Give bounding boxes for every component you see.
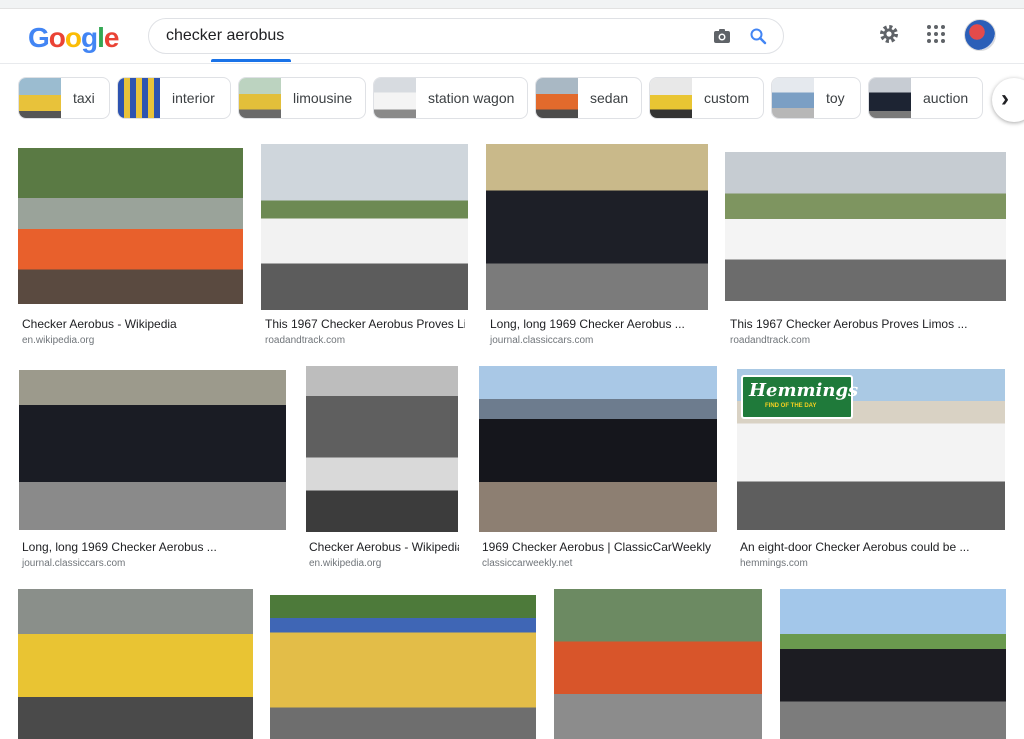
gear-icon[interactable] [878, 23, 900, 45]
result-source: journal.classiccars.com [490, 335, 594, 346]
chip-label: auction [923, 90, 969, 106]
chip-label: limousine [293, 90, 353, 106]
hemmings-sign-title: Hemmings [749, 380, 859, 401]
logo-letter: e [103, 22, 120, 53]
result-title[interactable]: This 1967 Checker Aerobus Proves Li... [265, 317, 465, 331]
related-chips-bar: taxi interior limousine station wagon se… [0, 76, 1024, 122]
result-title[interactable]: Checker Aerobus - Wikipedia [22, 317, 242, 331]
chip-label: custom [704, 90, 750, 106]
result-title[interactable]: An eight-door Checker Aerobus could be .… [740, 540, 1002, 554]
search-input[interactable] [166, 25, 686, 47]
chip-label: toy [826, 90, 845, 106]
chip-thumbnail [772, 78, 814, 118]
apps-grid-icon[interactable] [926, 24, 946, 44]
chip-label: taxi [73, 90, 95, 106]
result-title[interactable]: Checker Aerobus - Wikipedia [309, 540, 459, 554]
chip-interior[interactable]: interior [117, 77, 231, 119]
result-title[interactable]: Long, long 1969 Checker Aerobus ... [490, 317, 705, 331]
camera-icon[interactable] [713, 27, 731, 45]
logo-letter: l [97, 22, 105, 53]
chip-label: station wagon [428, 90, 515, 106]
chip-thumbnail [118, 78, 160, 118]
result-image[interactable] [306, 366, 458, 532]
chevron-right-icon: › [1001, 85, 1009, 112]
google-logo[interactable]: Google [28, 22, 120, 54]
result-source: journal.classiccars.com [22, 558, 126, 569]
result-image[interactable] [18, 148, 243, 304]
chip-taxi[interactable]: taxi [18, 77, 110, 119]
result-source: en.wikipedia.org [309, 558, 382, 569]
chip-limousine[interactable]: limousine [238, 77, 366, 119]
header-divider [0, 63, 1024, 64]
hemmings-sign-subtitle: FIND OF THE DAY [765, 403, 817, 409]
hemmings-sign: Hemmings FIND OF THE DAY [741, 375, 858, 419]
chip-thumbnail [650, 78, 692, 118]
result-image[interactable] [18, 589, 253, 739]
logo-letter: o [48, 22, 66, 53]
chip-thumbnail [239, 78, 281, 118]
result-source: en.wikipedia.org [22, 335, 95, 346]
logo-letter: o [64, 22, 82, 53]
result-image[interactable] [19, 370, 286, 530]
chip-sedan[interactable]: sedan [535, 77, 642, 119]
search-header: Google [0, 9, 1024, 63]
result-image[interactable]: Hemmings FIND OF THE DAY [737, 369, 1005, 530]
chip-label: interior [172, 90, 215, 106]
result-source: hemmings.com [740, 558, 808, 569]
logo-letter: g [81, 22, 98, 53]
search-icon[interactable] [749, 27, 767, 45]
result-image[interactable] [270, 595, 536, 739]
chip-label: sedan [590, 90, 629, 106]
result-image[interactable] [486, 144, 708, 310]
result-title[interactable]: This 1967 Checker Aerobus Proves Limos .… [730, 317, 1010, 331]
result-image[interactable] [725, 152, 1006, 301]
result-image[interactable] [554, 589, 762, 739]
chip-auction[interactable]: auction [868, 77, 983, 119]
chip-thumbnail [19, 78, 61, 118]
chip-thumbnail [869, 78, 911, 118]
chip-thumbnail [374, 78, 416, 118]
chip-thumbnail [536, 78, 578, 118]
result-title[interactable]: 1969 Checker Aerobus | ClassicCarWeekly … [482, 540, 714, 554]
result-source: classiccarweekly.net [482, 558, 573, 569]
result-image[interactable] [479, 366, 717, 532]
search-box[interactable] [148, 18, 784, 54]
chip-station-wagon[interactable]: station wagon [373, 77, 528, 119]
avatar[interactable] [964, 19, 996, 51]
chip-toy[interactable]: toy [771, 77, 861, 119]
result-source: roadandtrack.com [265, 335, 346, 346]
result-source: roadandtrack.com [730, 335, 811, 346]
logo-letter: G [28, 22, 50, 53]
result-image[interactable] [780, 589, 1006, 739]
result-image[interactable] [261, 144, 468, 310]
browser-top-strip [0, 0, 1024, 9]
images-tab-indicator [211, 59, 291, 62]
result-title[interactable]: Long, long 1969 Checker Aerobus ... [22, 540, 282, 554]
chip-custom[interactable]: custom [649, 77, 764, 119]
